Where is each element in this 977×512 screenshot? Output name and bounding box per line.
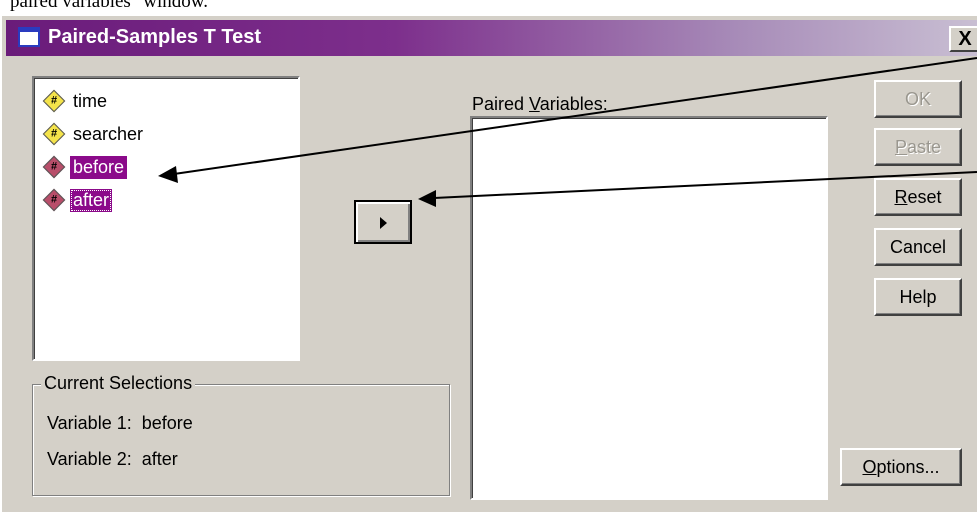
numeric-variable-icon: # bbox=[42, 188, 66, 212]
accel-key: P bbox=[894, 137, 907, 157]
window-title: Paired-Samples T Test bbox=[48, 26, 262, 48]
button-text: ptions... bbox=[876, 457, 940, 477]
accel-key: R bbox=[894, 187, 908, 207]
paste-button[interactable]: Paste bbox=[874, 128, 962, 166]
variable-label: before bbox=[70, 155, 128, 179]
window-icon bbox=[18, 27, 40, 47]
variable-label: time bbox=[73, 90, 108, 111]
ok-button[interactable]: OK bbox=[874, 80, 962, 118]
button-text: aste bbox=[906, 137, 942, 157]
paired-samples-dialog: Paired-Samples T Test X # time # searche… bbox=[0, 14, 977, 512]
numeric-variable-icon: # bbox=[42, 89, 66, 113]
arrow-right-icon bbox=[380, 217, 387, 229]
list-item-after[interactable]: # after bbox=[42, 185, 113, 215]
close-button[interactable]: X bbox=[949, 26, 977, 52]
options-button[interactable]: Options... bbox=[840, 448, 962, 486]
button-text: eset bbox=[907, 187, 942, 207]
current-selections-group: Current Selections Variable 1: before Va… bbox=[32, 373, 450, 496]
variable-label: searcher bbox=[73, 123, 144, 144]
accel-key: O bbox=[862, 457, 877, 477]
reset-button[interactable]: Reset bbox=[874, 178, 962, 216]
label-accel: V bbox=[529, 94, 540, 114]
group-legend: Current Selections bbox=[41, 373, 196, 394]
variable-2-value: after bbox=[141, 449, 178, 469]
label-text: ariables: bbox=[539, 94, 608, 114]
list-item-time[interactable]: # time bbox=[42, 86, 110, 116]
variable-2-row: Variable 2: after bbox=[47, 449, 178, 470]
paired-variables-list[interactable] bbox=[470, 116, 828, 500]
document-text: paired variables" window. bbox=[10, 0, 209, 12]
paired-variables-label: Paired Variables: bbox=[472, 94, 608, 115]
variable-1-value: before bbox=[141, 413, 193, 433]
list-item-searcher[interactable]: # searcher bbox=[42, 119, 146, 149]
cancel-button[interactable]: Cancel bbox=[874, 228, 962, 266]
numeric-variable-icon: # bbox=[42, 155, 66, 179]
variable-label: after bbox=[70, 188, 113, 212]
move-to-paired-button[interactable] bbox=[354, 200, 412, 244]
variable-2-label: Variable 2: bbox=[47, 449, 132, 469]
label-text: Paired bbox=[472, 94, 530, 114]
variable-1-label: Variable 1: bbox=[47, 413, 132, 433]
source-variable-list[interactable]: # time # searcher # before # after bbox=[32, 76, 300, 361]
help-button[interactable]: Help bbox=[874, 278, 962, 316]
numeric-variable-icon: # bbox=[42, 122, 66, 146]
list-item-before[interactable]: # before bbox=[42, 152, 128, 182]
variable-1-row: Variable 1: before bbox=[47, 413, 193, 434]
title-bar[interactable]: Paired-Samples T Test X bbox=[6, 20, 977, 56]
